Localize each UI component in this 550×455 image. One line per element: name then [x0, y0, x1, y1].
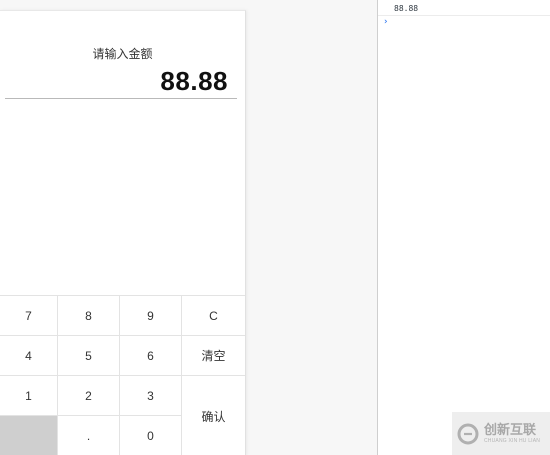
key-8[interactable]: 8 [58, 296, 120, 336]
watermark-subtitle: CHUANG XIN HU LIAN [484, 437, 541, 444]
key-2[interactable]: 2 [58, 376, 120, 416]
amount-underline [5, 98, 237, 99]
screen: 请输入金额 88.88 7 8 9 C 4 5 6 清空 1 2 3 确认 . … [0, 0, 550, 455]
devtools-console: 88.88 › [377, 0, 550, 455]
number-keypad: 7 8 9 C 4 5 6 清空 1 2 3 确认 . 0 [0, 295, 245, 455]
dot-key[interactable]: . [58, 416, 120, 455]
key-6[interactable]: 6 [120, 336, 182, 376]
backspace-key[interactable]: C [182, 296, 245, 336]
watermark-text: 创新互联 CHUANG XIN HU LIAN [484, 423, 540, 445]
key-7[interactable]: 7 [0, 296, 58, 336]
confirm-key[interactable]: 确认 [182, 376, 245, 455]
console-prompt-icon[interactable]: › [383, 17, 388, 27]
watermark-title: 创新互联 [484, 422, 537, 438]
blank-key [0, 416, 58, 455]
mobile-viewport: 请输入金额 88.88 7 8 9 C 4 5 6 清空 1 2 3 确认 . … [0, 10, 246, 455]
amount-display: 88.88 [160, 66, 228, 96]
clear-all-key[interactable]: 清空 [182, 336, 245, 376]
key-4[interactable]: 4 [0, 336, 58, 376]
key-3[interactable]: 3 [120, 376, 182, 416]
key-5[interactable]: 5 [58, 336, 120, 376]
key-1[interactable]: 1 [0, 376, 58, 416]
watermark-logo-icon [457, 423, 479, 444]
console-log-entry: 88.88 [378, 3, 550, 16]
amount-prompt: 请输入金额 [92, 47, 153, 61]
watermark: 创新互联 CHUANG XIN HU LIAN [452, 412, 550, 455]
key-0[interactable]: 0 [120, 416, 182, 455]
key-9[interactable]: 9 [120, 296, 182, 336]
console-log-text: 88.88 [394, 4, 419, 13]
